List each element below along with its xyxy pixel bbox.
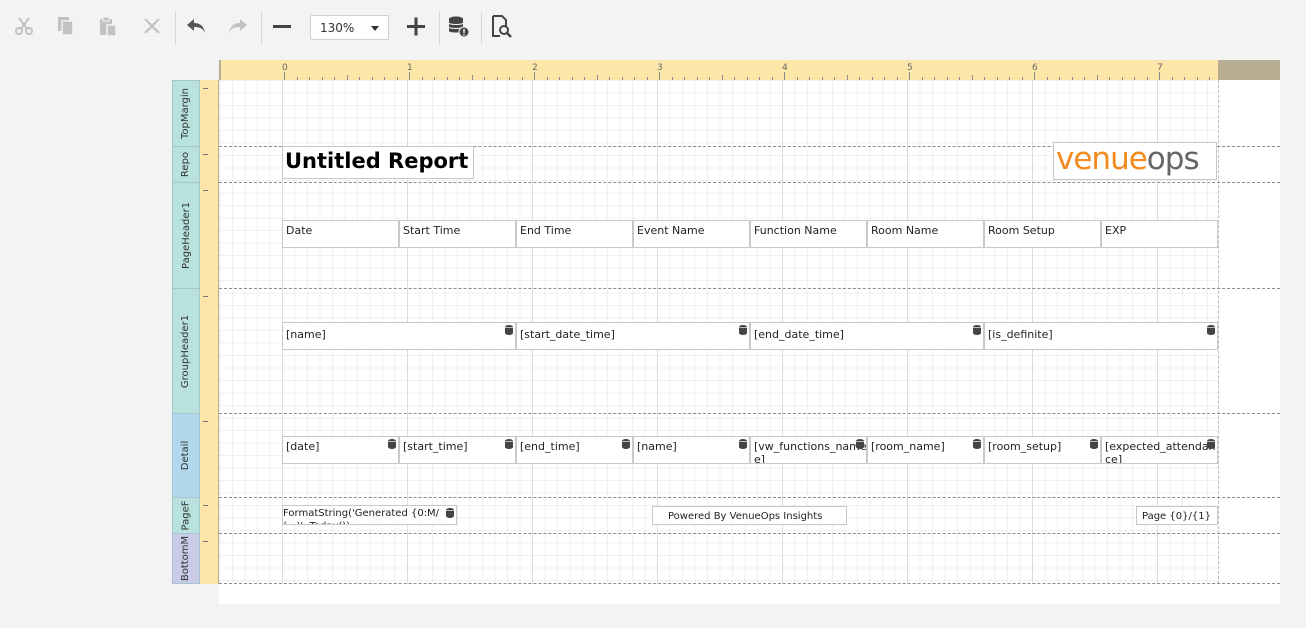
database-icon [622,439,630,449]
undo-icon[interactable] [180,10,212,42]
database-icon [739,439,747,449]
band-label-topmargin[interactable]: TopMargin [172,80,200,146]
band-label-pagefooter[interactable]: PageF [172,497,200,533]
header-column-label[interactable]: Start Time [399,220,516,248]
band-label-groupheader[interactable]: GroupHeader1 [172,288,200,413]
database-icon [505,439,513,449]
group-field[interactable]: [name] [282,322,516,350]
band-label-detail[interactable]: Detail [172,413,200,497]
page-number-field[interactable]: Page {0}/{1} [1136,506,1218,525]
horizontal-ruler: 01234567 [219,60,1280,80]
copy-icon[interactable] [50,10,82,42]
delete-icon[interactable] [136,10,168,42]
database-icon [973,325,981,335]
header-column-label[interactable]: Date [282,220,399,248]
detail-field[interactable]: [room_name] [867,436,984,464]
design-surface[interactable]: Untitled Report venueops Date Start Time E… [219,80,1280,604]
database-icon [1207,439,1215,449]
database-icon [446,508,454,518]
band-label-pageheader[interactable]: PageHeader1 [172,182,200,288]
toolbar: 130% [0,0,1306,56]
zoom-value: 130% [320,21,355,35]
detail-field[interactable]: [date] [282,436,399,464]
detail-field[interactable]: [room_setup] [984,436,1101,464]
database-icon [856,439,864,449]
detail-field[interactable]: [name] [633,436,750,464]
database-icon [739,325,747,335]
header-column-label[interactable]: Room Name [867,220,984,248]
venueops-logo[interactable]: venueops [1053,141,1217,180]
database-icon [505,325,513,335]
cut-icon[interactable] [8,10,40,42]
band-label-bottommargin[interactable]: BottomM [172,533,200,584]
zoom-select[interactable]: 130% [310,15,389,40]
group-field[interactable]: [end_date_time] [750,322,984,350]
database-icon [1090,439,1098,449]
report-title-label[interactable]: Untitled Report [282,146,474,179]
validate-bindings-icon[interactable] [442,10,474,42]
vertical-ruler [200,80,219,584]
header-column-label[interactable]: End Time [516,220,633,248]
generated-date-field[interactable]: FormatString('Generated {0:M/ (...)', To… [282,505,457,525]
database-icon [1207,325,1215,335]
header-column-label[interactable]: Function Name [750,220,867,248]
band-label-reportheader[interactable]: Repo [172,146,200,182]
detail-field[interactable]: [end_time] [516,436,633,464]
redo-icon[interactable] [222,10,254,42]
group-field[interactable]: [start_date_time] [516,322,750,350]
detail-field[interactable]: [vw_functions_name e] [750,436,867,464]
database-icon [388,439,396,449]
preview-icon[interactable] [485,10,517,42]
zoom-in-icon[interactable] [400,10,432,42]
group-field[interactable]: [is_definite] [984,322,1218,350]
header-column-label[interactable]: Event Name [633,220,750,248]
detail-field[interactable]: [expected_attendan ce] [1101,436,1218,464]
header-column-label[interactable]: Room Setup [984,220,1101,248]
database-icon [973,439,981,449]
zoom-out-icon[interactable] [266,10,298,42]
paste-icon[interactable] [92,10,124,42]
header-column-label[interactable]: EXP [1101,220,1218,248]
chevron-down-icon [371,26,379,31]
detail-field[interactable]: [start_time] [399,436,516,464]
powered-by-label[interactable]: Powered By VenueOps Insights [652,506,847,525]
